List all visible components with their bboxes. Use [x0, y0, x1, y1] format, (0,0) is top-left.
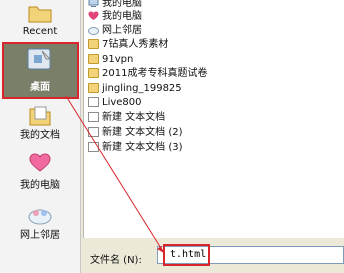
places-recent-label: Recent: [22, 26, 58, 37]
places-network-label: 网上邻居: [20, 230, 60, 241]
document-icon: [88, 142, 99, 152]
computer-icon: [88, 0, 99, 7]
filename-label: 文件名 (N):: [90, 255, 142, 266]
places-my-computer[interactable]: 我的电脑: [0, 150, 80, 192]
places-my-documents[interactable]: 我的文档: [0, 100, 80, 142]
folder-icon: [88, 39, 99, 49]
places-bar: Recent 桌面 我的文档 我的电脑 网上邻居: [0, 0, 81, 273]
document-icon: [88, 127, 99, 137]
folder-icon: [88, 54, 99, 64]
places-my-documents-label: 我的文档: [20, 130, 60, 141]
desktop-highlight-box: [2, 42, 79, 99]
file-list: 我的电脑 我的电脑 网上邻居 7钻真人秀素材 91vpn 2011成考专科真题试…: [83, 0, 344, 238]
recent-folder-icon: [28, 6, 52, 23]
network-icon: [28, 209, 52, 225]
my-documents-icon: [29, 106, 51, 126]
places-network[interactable]: 网上邻居: [0, 200, 80, 242]
heart-icon: [29, 153, 51, 172]
folder-icon: [88, 83, 99, 93]
document-icon: [88, 97, 99, 107]
save-dialog: Recent 桌面 我的文档 我的电脑 网上邻居 我的电脑 我的电脑 网上邻居 …: [0, 0, 344, 273]
filename-highlight-box: [163, 244, 210, 266]
places-my-computer-label: 我的电脑: [20, 180, 60, 191]
document-icon: [88, 112, 99, 122]
network-icon: [88, 27, 99, 35]
places-recent[interactable]: Recent: [0, 0, 80, 40]
folder-icon: [88, 68, 99, 78]
heart-icon: [88, 11, 99, 20]
